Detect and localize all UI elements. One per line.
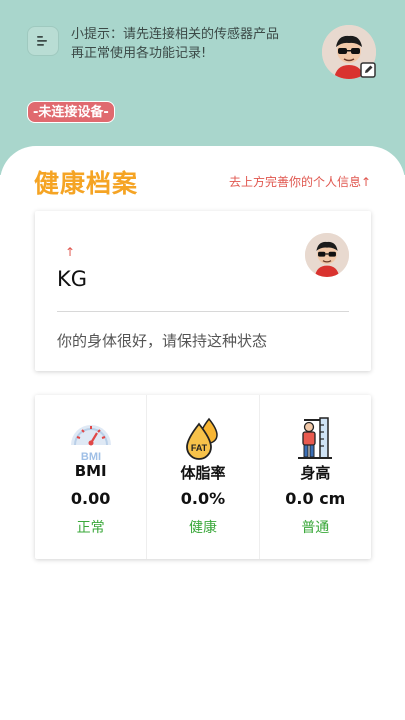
tip-line-2: 再正常使用各功能记录!: [71, 46, 207, 61]
metrics-card: BMI BMI 0.00 正常 FAT 体脂率 0.0% 健康 身高 0.0 c…: [35, 395, 371, 559]
complete-profile-link[interactable]: 去上方完善你的个人信息↑: [229, 173, 371, 190]
body-fat-label: 体脂率: [180, 464, 226, 482]
fat-icon-text: FAT: [191, 443, 208, 453]
weight-unit: KG: [57, 267, 88, 291]
weight-card: ↑ KG 你的身体很好，请保持这种状态: [35, 211, 371, 371]
height-label: 身高: [300, 464, 331, 482]
avatar-small: [305, 233, 349, 277]
bmi-gauge-icon: BMI: [70, 425, 111, 461]
edit-icon[interactable]: [360, 62, 376, 78]
bmi-state: 正常: [76, 520, 105, 536]
trend-arrow-icon: ↑: [65, 245, 76, 259]
bmi-value: 0.00: [70, 489, 111, 508]
height-ruler-icon: [298, 417, 333, 459]
height-state: 普通: [301, 520, 330, 536]
height-value: 0.0 cm: [285, 489, 346, 508]
connection-tip: 小提示：请先连接相关的传感器产品 再正常使用各功能记录!: [71, 25, 301, 63]
bmi-label: BMI: [74, 462, 107, 480]
metric-body-fat[interactable]: FAT 体脂率 0.0% 健康: [146, 395, 258, 559]
tip-line-1: 小提示：请先连接相关的传感器产品: [71, 27, 280, 42]
menu-button[interactable]: [27, 26, 59, 56]
page-title: 健康档案: [34, 169, 139, 198]
device-status-badge[interactable]: -未连接设备-: [27, 101, 115, 123]
avatar-small-image: [305, 233, 349, 277]
body-fat-state: 健康: [188, 520, 217, 536]
menu-icon: [37, 36, 47, 46]
body-fat-value: 0.0%: [180, 489, 226, 508]
metric-height[interactable]: 身高 0.0 cm 普通: [258, 395, 371, 559]
divider: [57, 311, 349, 312]
fat-drop-icon: FAT: [186, 417, 218, 460]
health-status-message: 你的身体很好，请保持这种状态: [57, 332, 268, 350]
metric-bmi[interactable]: BMI BMI 0.00 正常: [35, 395, 146, 559]
bmi-icon-text: BMI: [81, 451, 101, 461]
